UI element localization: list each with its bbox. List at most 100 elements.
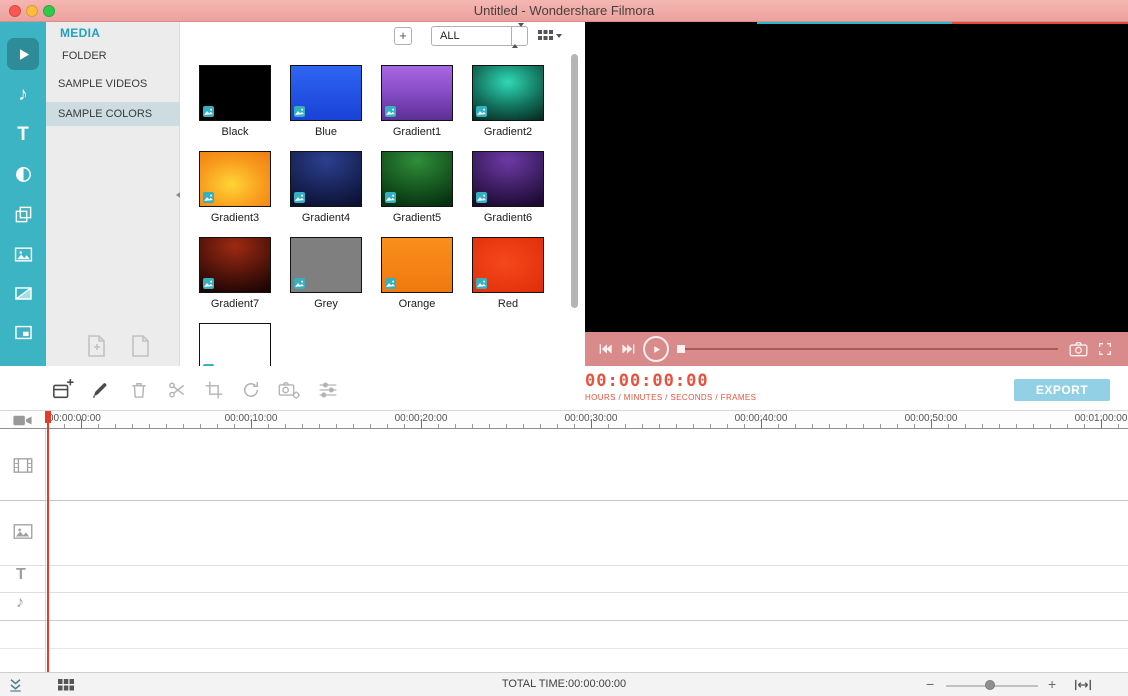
media-item-folder[interactable]: FOLDER bbox=[46, 44, 180, 68]
color-label: Red bbox=[463, 298, 553, 310]
titlebar: Untitled - Wondershare Filmora bbox=[0, 0, 1128, 22]
library-item[interactable]: Black bbox=[190, 65, 280, 138]
add-folder-icon[interactable] bbox=[130, 334, 152, 358]
zoom-to-fit-icon[interactable] bbox=[1074, 679, 1092, 691]
crop-icon[interactable] bbox=[202, 378, 226, 402]
media-panel: MEDIA FOLDER SAMPLE VIDEOS SAMPLE COLORS bbox=[46, 22, 180, 366]
text-icon: T bbox=[17, 125, 29, 144]
color-label: Gradient4 bbox=[281, 212, 371, 224]
sidebar-item-elements[interactable] bbox=[7, 238, 39, 270]
export-button[interactable]: EXPORT bbox=[1014, 379, 1110, 401]
record-voiceover-icon[interactable] bbox=[88, 378, 112, 402]
color-thumbnail[interactable] bbox=[199, 65, 271, 121]
zoom-out-button[interactable]: − bbox=[926, 675, 934, 693]
library-item[interactable]: Grey bbox=[281, 237, 371, 310]
add-file-icon[interactable] bbox=[86, 334, 108, 358]
image-badge-icon bbox=[385, 278, 396, 289]
sidebar-item-filters[interactable] bbox=[7, 198, 39, 230]
color-label: Gradient1 bbox=[372, 126, 462, 138]
track-divider bbox=[0, 648, 1128, 649]
image-badge-icon bbox=[476, 192, 487, 203]
color-thumbnail[interactable] bbox=[381, 65, 453, 121]
color-thumbnail[interactable] bbox=[199, 151, 271, 207]
advanced-settings-icon[interactable] bbox=[316, 378, 340, 402]
color-label: Orange bbox=[372, 298, 462, 310]
play-icon bbox=[651, 344, 662, 355]
filter-dropdown[interactable]: ALL bbox=[431, 26, 528, 46]
color-thumbnail[interactable] bbox=[199, 237, 271, 293]
track-divider bbox=[0, 565, 1128, 566]
sidebar-item-audio[interactable]: ♪ bbox=[7, 78, 39, 110]
playback-control-bar bbox=[585, 332, 1128, 366]
accent-strip-red bbox=[952, 22, 1128, 24]
color-thumbnail[interactable] bbox=[381, 151, 453, 207]
library-scrollbar[interactable] bbox=[571, 54, 578, 308]
library-item[interactable]: Gradient5 bbox=[372, 151, 462, 224]
color-label: Gradient2 bbox=[463, 126, 553, 138]
snapshot-camera-icon[interactable] bbox=[1069, 341, 1088, 357]
sidebar-item-pip[interactable] bbox=[7, 316, 39, 348]
image-badge-icon bbox=[385, 192, 396, 203]
color-thumbnail[interactable] bbox=[290, 151, 362, 207]
color-thumbnail[interactable] bbox=[472, 65, 544, 121]
image-badge-icon bbox=[294, 192, 305, 203]
sidebar-item-transitions[interactable] bbox=[7, 158, 39, 190]
add-media-button[interactable]: + bbox=[394, 27, 412, 45]
rotate-icon[interactable] bbox=[239, 378, 263, 402]
library-item[interactable]: Red bbox=[463, 237, 553, 310]
library-item[interactable] bbox=[190, 323, 280, 366]
color-label: Grey bbox=[281, 298, 371, 310]
color-thumbnail[interactable] bbox=[472, 151, 544, 207]
timecode-caption: HOURS / MINUTES / SECONDS / FRAMES bbox=[585, 393, 756, 402]
delete-icon[interactable] bbox=[127, 378, 151, 402]
color-thumbnail[interactable] bbox=[290, 237, 362, 293]
track-divider bbox=[0, 620, 1128, 621]
playback-slider-handle[interactable] bbox=[677, 345, 685, 353]
library-item[interactable]: Gradient7 bbox=[190, 237, 280, 310]
color-thumbnail[interactable] bbox=[381, 237, 453, 293]
image-badge-icon bbox=[203, 192, 214, 203]
library-item[interactable]: Orange bbox=[372, 237, 462, 310]
timeline-ruler[interactable]: 00:00:00:00 00:00:10:00 00:00:20:00 00:0… bbox=[0, 410, 1128, 429]
sidebar-item-split-screen[interactable] bbox=[7, 277, 39, 309]
snapshot-icon[interactable] bbox=[277, 378, 301, 402]
view-options-button[interactable] bbox=[538, 29, 564, 43]
image-badge-icon bbox=[294, 278, 305, 289]
sidebar-item-text[interactable]: T bbox=[7, 118, 39, 150]
edit-toolbar: 00:00:00:00 HOURS / MINUTES / SECONDS / … bbox=[0, 366, 1128, 410]
zoom-slider-handle[interactable] bbox=[985, 680, 995, 690]
accent-strip-teal bbox=[757, 22, 952, 24]
library-item[interactable]: Gradient3 bbox=[190, 151, 280, 224]
color-label: Gradient3 bbox=[190, 212, 280, 224]
transitions-icon bbox=[14, 165, 33, 184]
add-to-timeline-icon[interactable] bbox=[51, 378, 75, 402]
split-icon[interactable] bbox=[165, 378, 189, 402]
split-screen-icon bbox=[14, 284, 33, 303]
color-thumbnail[interactable] bbox=[199, 323, 271, 366]
previous-frame-icon[interactable] bbox=[597, 341, 613, 357]
media-item-sample-videos[interactable]: SAMPLE VIDEOS bbox=[46, 72, 180, 96]
sidebar-item-media[interactable] bbox=[7, 38, 39, 70]
library-item[interactable]: Blue bbox=[281, 65, 371, 138]
library-item[interactable]: Gradient6 bbox=[463, 151, 553, 224]
library-item[interactable]: Gradient1 bbox=[372, 65, 462, 138]
next-frame-icon[interactable] bbox=[621, 341, 637, 357]
text-track-icon: T bbox=[16, 567, 26, 583]
timecode-display: 00:00:00:00 bbox=[585, 371, 709, 391]
audio-icon: ♪ bbox=[18, 85, 28, 104]
track-divider bbox=[0, 500, 1128, 501]
play-button[interactable] bbox=[643, 336, 669, 362]
image-badge-icon bbox=[203, 106, 214, 117]
media-item-sample-colors[interactable]: SAMPLE COLORS bbox=[46, 102, 180, 126]
library-item[interactable]: Gradient4 bbox=[281, 151, 371, 224]
color-thumbnail[interactable] bbox=[472, 237, 544, 293]
filter-value: ALL bbox=[440, 27, 460, 45]
playback-slider-track[interactable] bbox=[685, 348, 1058, 350]
audio-track-icon: ♪ bbox=[16, 595, 24, 611]
fullscreen-icon[interactable] bbox=[1097, 341, 1113, 357]
timeline[interactable]: T ♪ bbox=[0, 429, 1128, 672]
zoom-in-button[interactable]: + bbox=[1048, 675, 1056, 693]
dropdown-stepper-icon bbox=[511, 27, 527, 45]
library-item[interactable]: Gradient2 bbox=[463, 65, 553, 138]
color-thumbnail[interactable] bbox=[290, 65, 362, 121]
